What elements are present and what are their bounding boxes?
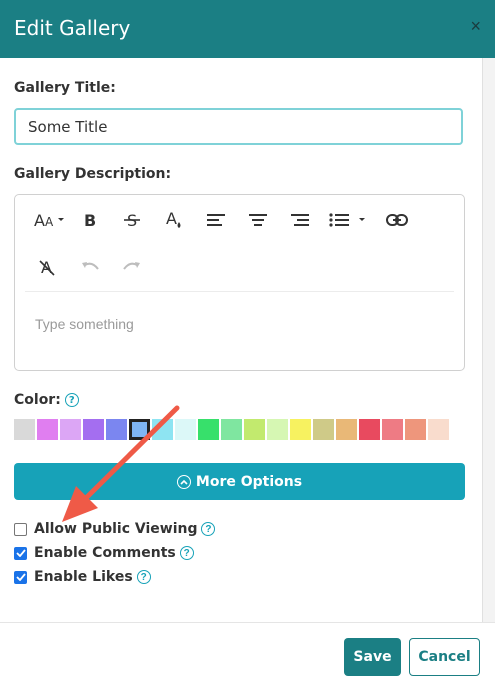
color-swatch[interactable] bbox=[175, 419, 196, 440]
allow-public-viewing-label: Allow Public Viewing bbox=[34, 521, 198, 537]
clear-format-icon[interactable]: A bbox=[33, 252, 63, 282]
save-button[interactable]: Save bbox=[344, 638, 401, 676]
color-label-row: Color: ? bbox=[14, 392, 79, 408]
enable-likes-checkbox[interactable] bbox=[14, 570, 27, 584]
color-swatch[interactable] bbox=[198, 419, 219, 440]
option-enable-likes[interactable]: Enable Likes ? bbox=[14, 569, 151, 585]
scrollbar[interactable] bbox=[482, 58, 495, 623]
color-swatch[interactable] bbox=[129, 419, 150, 440]
editor-divider bbox=[25, 291, 454, 292]
bold-icon[interactable]: B bbox=[75, 205, 105, 235]
align-center-icon[interactable] bbox=[243, 205, 273, 235]
help-icon[interactable]: ? bbox=[64, 393, 79, 407]
chevron-up-icon bbox=[176, 474, 191, 489]
footer-divider bbox=[0, 622, 495, 623]
color-swatch[interactable] bbox=[221, 419, 242, 440]
description-editor[interactable]: AA B S A A Type something bbox=[14, 194, 465, 371]
svg-text:B: B bbox=[84, 211, 96, 229]
color-swatch[interactable] bbox=[244, 419, 265, 440]
color-swatch[interactable] bbox=[14, 419, 35, 440]
align-right-icon[interactable] bbox=[285, 205, 315, 235]
color-swatch[interactable] bbox=[313, 419, 334, 440]
font-size-icon[interactable]: AA bbox=[33, 205, 69, 235]
enable-comments-label: Enable Comments bbox=[34, 545, 176, 561]
cancel-button[interactable]: Cancel bbox=[409, 638, 480, 676]
color-swatch[interactable] bbox=[60, 419, 81, 440]
editor-placeholder[interactable]: Type something bbox=[35, 316, 134, 332]
color-swatch[interactable] bbox=[83, 419, 104, 440]
dialog-header: Edit Gallery × bbox=[0, 0, 495, 58]
close-icon[interactable]: × bbox=[470, 15, 481, 37]
option-allow-public-viewing[interactable]: Allow Public Viewing ? bbox=[14, 521, 216, 537]
undo-icon[interactable] bbox=[75, 252, 105, 282]
color-swatch[interactable] bbox=[405, 419, 426, 440]
more-options-button[interactable]: More Options bbox=[14, 463, 465, 500]
allow-public-viewing-checkbox[interactable] bbox=[14, 522, 27, 536]
help-icon[interactable]: ? bbox=[179, 546, 194, 560]
color-swatch[interactable] bbox=[359, 419, 380, 440]
strikethrough-icon[interactable]: S bbox=[117, 205, 147, 235]
text-color-icon[interactable]: A bbox=[159, 205, 189, 235]
svg-text:A: A bbox=[45, 215, 54, 229]
color-swatches bbox=[14, 419, 451, 440]
gallery-title-input[interactable] bbox=[14, 108, 463, 145]
color-label: Color: bbox=[14, 392, 61, 408]
enable-likes-label: Enable Likes bbox=[34, 569, 133, 585]
color-swatch[interactable] bbox=[152, 419, 173, 440]
color-swatch[interactable] bbox=[106, 419, 127, 440]
color-swatch[interactable] bbox=[37, 419, 58, 440]
color-swatch[interactable] bbox=[290, 419, 311, 440]
gallery-title-label: Gallery Title: bbox=[14, 80, 116, 96]
dialog-title: Edit Gallery bbox=[14, 16, 131, 40]
list-icon[interactable] bbox=[327, 205, 373, 235]
option-enable-comments[interactable]: Enable Comments ? bbox=[14, 545, 194, 561]
color-swatch[interactable] bbox=[428, 419, 449, 440]
color-swatch[interactable] bbox=[336, 419, 357, 440]
color-swatch[interactable] bbox=[382, 419, 403, 440]
help-icon[interactable]: ? bbox=[136, 570, 151, 584]
enable-comments-checkbox[interactable] bbox=[14, 546, 27, 560]
svg-text:A: A bbox=[166, 209, 177, 228]
gallery-description-label: Gallery Description: bbox=[14, 166, 172, 182]
redo-icon[interactable] bbox=[117, 252, 147, 282]
align-left-icon[interactable] bbox=[201, 205, 231, 235]
link-icon[interactable] bbox=[382, 205, 412, 235]
color-swatch[interactable] bbox=[267, 419, 288, 440]
more-options-label: More Options bbox=[195, 473, 303, 490]
svg-text:A: A bbox=[34, 211, 45, 230]
help-icon[interactable]: ? bbox=[201, 522, 216, 536]
